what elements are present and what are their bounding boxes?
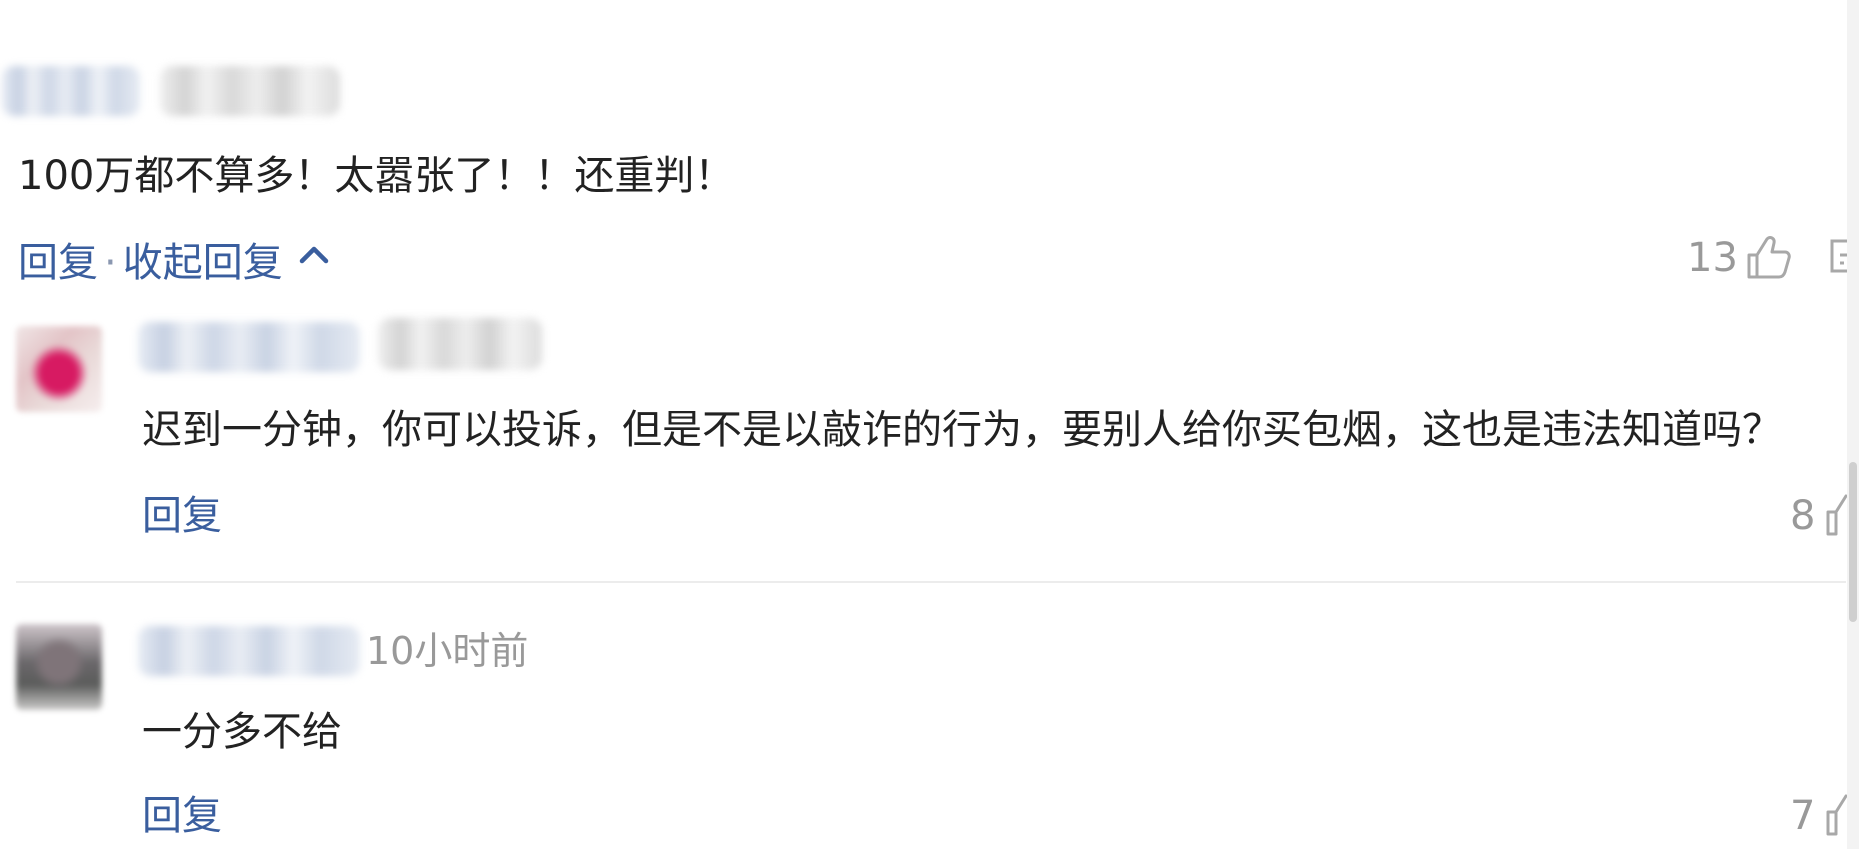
avatar[interactable] xyxy=(16,326,102,412)
username-blurred[interactable] xyxy=(2,66,140,116)
username-blurred[interactable] xyxy=(138,322,360,372)
avatar[interactable] xyxy=(16,624,102,710)
timestamp: 10小时前 xyxy=(366,629,529,673)
comment-body: 迟到一分钟，你可以投诉，但是不是以敲诈的行为，要别人给你买包烟，这也是违法知道吗… xyxy=(142,407,1782,453)
collapse-replies-link[interactable]: 收起回复 xyxy=(123,240,283,286)
comment-thread: 100万都不算多！太嚣张了！！还重判！ 回复 · 收起回复 13 迟到一分钟，你可以… xyxy=(0,0,1859,849)
chevron-up-icon[interactable] xyxy=(297,240,331,270)
reply-link[interactable]: 回复 xyxy=(142,796,222,836)
like-count: 7 xyxy=(1790,793,1816,839)
reply-link[interactable]: 回复 xyxy=(142,496,222,536)
reply-actions: 回复 · 收起回复 xyxy=(18,240,331,283)
scrollbar[interactable] xyxy=(1847,0,1859,849)
thumbs-up-icon[interactable] xyxy=(1743,233,1793,283)
separator: · xyxy=(104,240,117,286)
meta-blurred xyxy=(378,318,542,370)
meta-blurred xyxy=(160,66,340,116)
scrollbar-thumb[interactable] xyxy=(1849,462,1857,622)
like-count: 8 xyxy=(1790,493,1816,539)
comment-body: 100万都不算多！太嚣张了！！还重判！ xyxy=(18,153,735,199)
comment-body: 一分多不给 xyxy=(142,709,342,755)
reply-link[interactable]: 回复 xyxy=(18,240,98,286)
username-blurred[interactable] xyxy=(138,626,360,676)
divider xyxy=(16,581,1846,583)
like-count: 13 xyxy=(1687,235,1738,281)
